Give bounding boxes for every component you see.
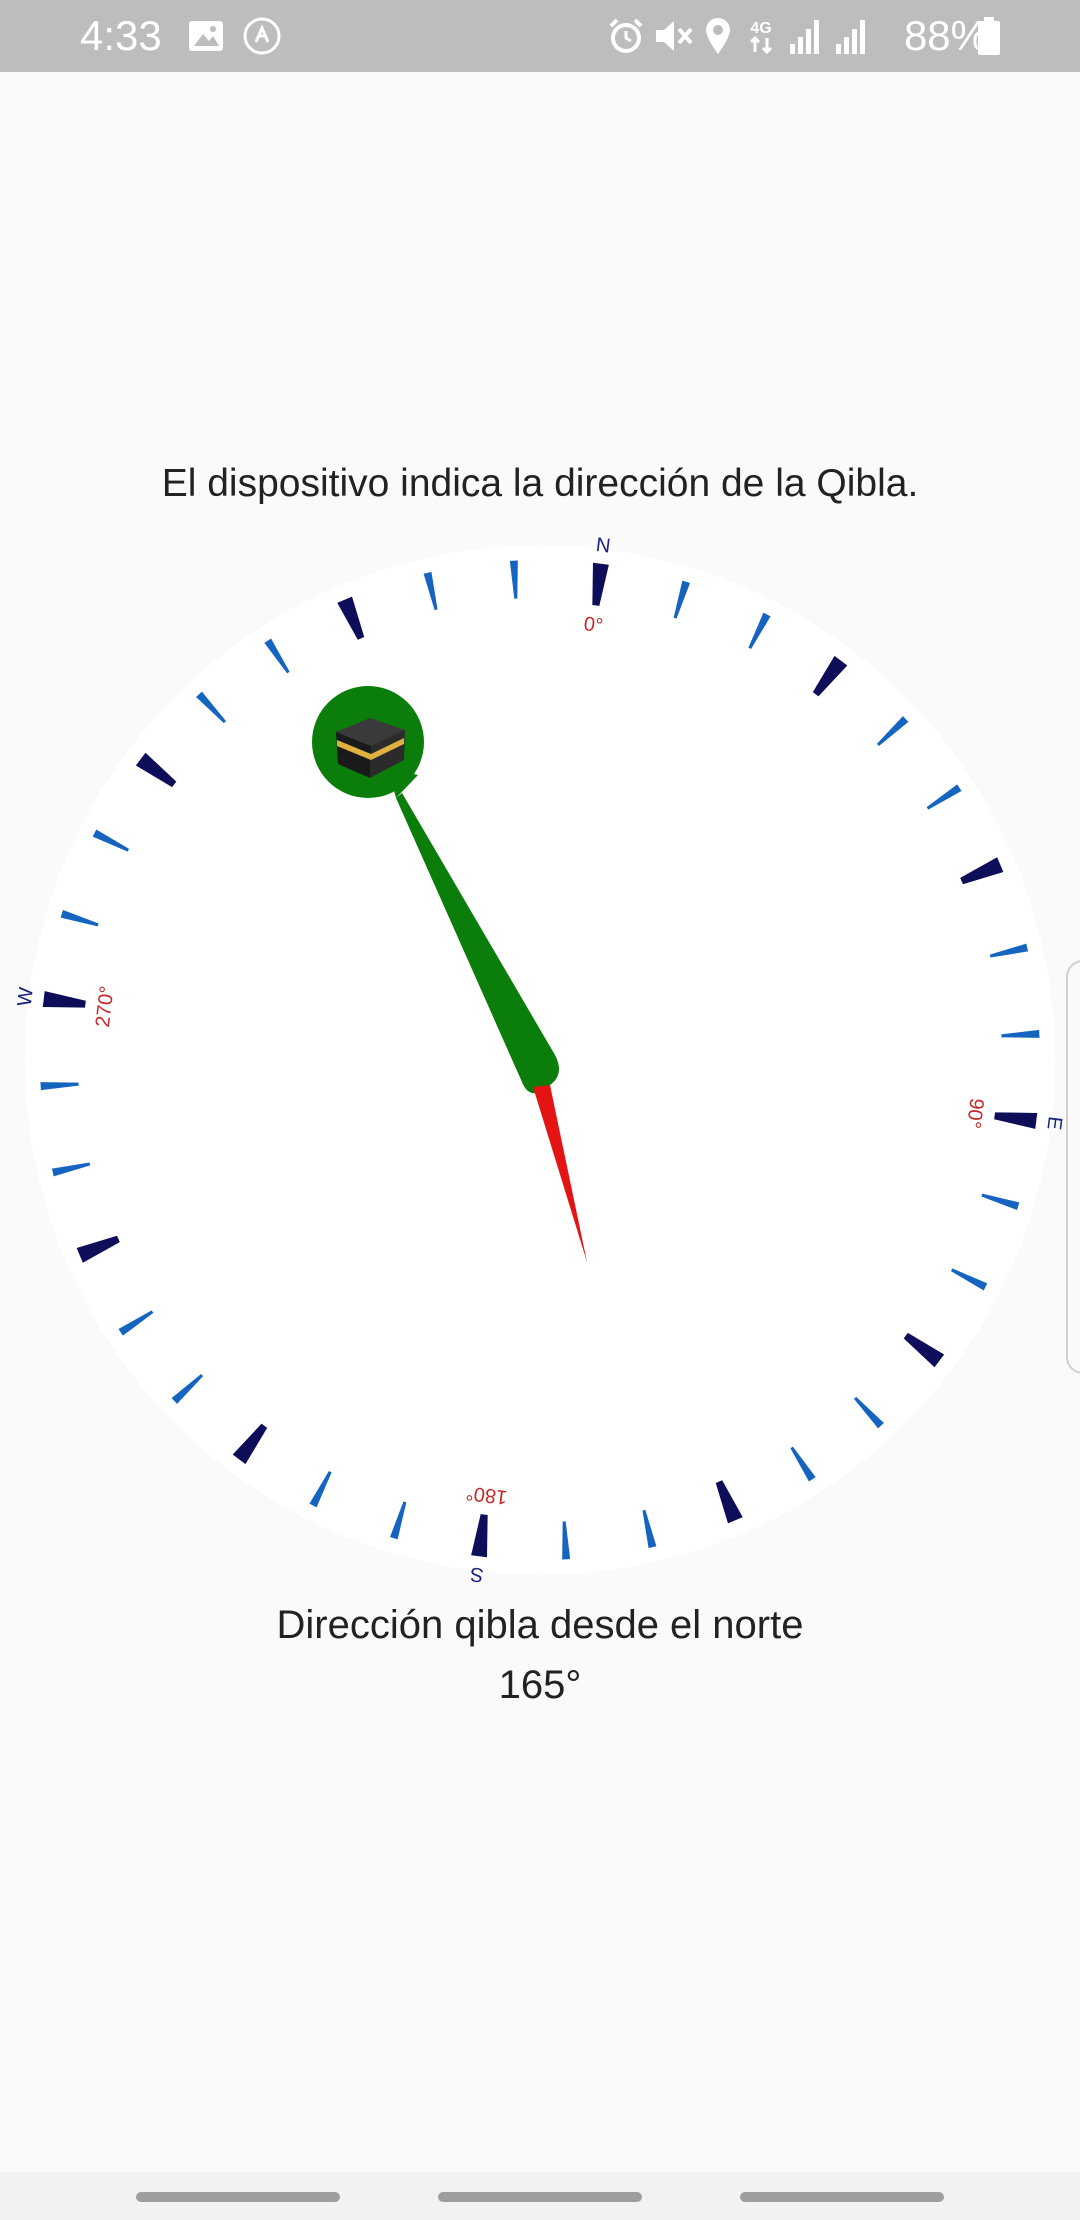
svg-text:4G: 4G — [750, 20, 771, 37]
cardinal-label-e: E — [1042, 1115, 1065, 1131]
battery-icon — [978, 17, 1000, 55]
image-icon — [189, 21, 223, 51]
qibla-direction-label: Dirección qibla desde el norte — [276, 1603, 804, 1647]
degree-label: 90° — [962, 1097, 988, 1130]
edge-panel-handle[interactable] — [1066, 960, 1080, 1374]
alarm-icon — [609, 18, 643, 53]
signal-icon-2 — [836, 20, 865, 54]
accessibility-icon — [243, 17, 281, 55]
nav-pill-right[interactable] — [740, 2192, 944, 2202]
mute-icon — [656, 21, 693, 51]
qibla-direction-value: 165° — [498, 1663, 582, 1707]
degree-label: 0° — [583, 613, 605, 637]
cardinal-label-s: S — [469, 1562, 485, 1585]
compass: N E S W 0° 90° 180° 270° — [0, 520, 1080, 1600]
cardinal-label-w: W — [14, 986, 38, 1008]
compass-dial: NESW0°90°180°270° — [14, 534, 1066, 1586]
cardinal-label-n: N — [595, 534, 612, 558]
status-bar: 4:33 4G 88% — [0, 0, 1080, 72]
status-time: 4:33 — [80, 12, 162, 59]
navigation-bar — [0, 2172, 1080, 2220]
nav-pill-center[interactable] — [438, 2192, 642, 2202]
qibla-instruction: El dispositivo indica la dirección de la… — [161, 462, 919, 505]
location-icon — [706, 18, 730, 54]
signal-icon — [790, 20, 819, 54]
4g-icon: 4G — [749, 20, 773, 55]
nav-pill-left[interactable] — [136, 2192, 340, 2202]
